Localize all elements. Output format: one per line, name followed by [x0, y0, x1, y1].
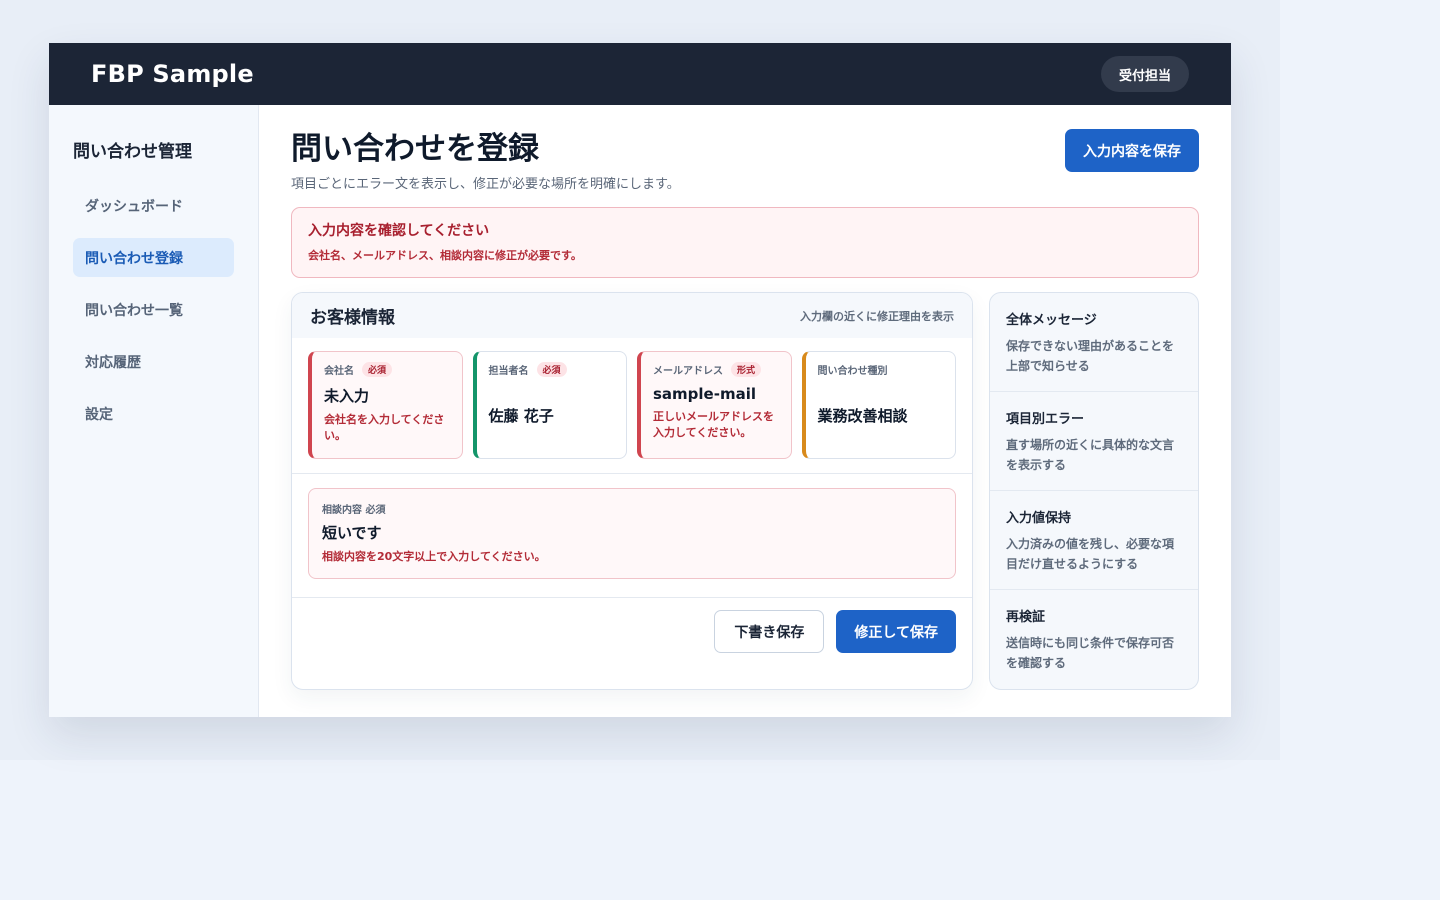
sidebar: 問い合わせ管理 ダッシュボード 問い合わせ登録 問い合わせ一覧 対応履歴 設定: [49, 105, 259, 717]
contact-name-field[interactable]: 担当者名 必須 佐藤 花子: [472, 351, 627, 459]
page-title: 問い合わせを登録: [291, 131, 539, 167]
field-label: 問い合わせ種別: [818, 362, 944, 377]
tip-item: 入力値保持 入力済みの値を残し、必要な項目だけ直せるようにする: [990, 491, 1198, 590]
sidebar-title: 問い合わせ管理: [73, 142, 192, 162]
tip-title: 項目別エラー: [1006, 412, 1085, 427]
alert-message: 会社名、メールアドレス、相談内容に修正が必要です。: [308, 249, 582, 262]
field-label: 会社名 必須: [324, 362, 450, 377]
app-body: 問い合わせ管理 ダッシュボード 問い合わせ登録 問い合わせ一覧 対応履歴 設定 …: [49, 105, 1231, 717]
tip-text: 保存できない理由があることを上部で知らせる: [1006, 339, 1175, 373]
top-bar: FBP Sample 受付担当: [49, 43, 1231, 105]
email-field[interactable]: メールアドレス 形式 sample-mail 正しいメールアドレスを入力してくだ…: [637, 351, 792, 459]
form-card-hint: 入力欄の近くに修正理由を表示: [800, 309, 954, 323]
page-subtitle: 項目ごとにエラー文を表示し、修正が必要な場所を明確にします。: [291, 177, 680, 192]
app-window: FBP Sample 受付担当 問い合わせ管理 ダッシュボード 問い合わせ登録 …: [49, 43, 1231, 717]
field-label-text: 担当者名: [488, 366, 529, 377]
required-tag: 必須: [536, 362, 567, 377]
customer-form-card: お客様情報 入力欄の近くに修正理由を表示 会社名 必須 未入力 会社名を入力して…: [291, 292, 973, 690]
tip-title: 全体メッセージ: [1006, 313, 1097, 328]
consultation-section: 相談内容 必須 短いです 相談内容を20文字以上で入力してください。: [292, 474, 972, 598]
field-value: 業務改善相談: [817, 407, 908, 425]
format-tag: 形式: [731, 362, 762, 377]
field-value: sample-mail: [653, 385, 756, 403]
field-label: 担当者名 必須: [489, 362, 615, 377]
inquiry-type-field[interactable]: 問い合わせ種別 業務改善相談: [801, 351, 956, 459]
consultation-field[interactable]: 相談内容 必須 短いです 相談内容を20文字以上で入力してください。: [308, 488, 956, 579]
form-actions: 下書き保存 修正して保存: [292, 598, 972, 665]
field-value: 短いです: [322, 524, 382, 542]
tip-item: 項目別エラー 直す場所の近くに具体的な文言を表示する: [990, 392, 1198, 491]
field-label: メールアドレス 形式: [653, 362, 779, 377]
page-header: 問い合わせを登録 項目ごとにエラー文を表示し、修正が必要な場所を明確にします。 …: [291, 129, 1199, 207]
save-draft-button[interactable]: 下書き保存: [714, 610, 825, 653]
field-row: 会社名 必須 未入力 会社名を入力してください。 担当者名 必須 佐藤 花子 メ…: [292, 338, 972, 474]
form-card-header: お客様情報 入力欄の近くに修正理由を表示: [292, 293, 972, 338]
tip-text: 直す場所の近くに具体的な文言を表示する: [1006, 438, 1175, 472]
error-alert: 入力内容を確認してください 会社名、メールアドレス、相談内容に修正が必要です。: [291, 207, 1199, 278]
save-button[interactable]: 入力内容を保存: [1065, 129, 1199, 172]
field-label-text: メールアドレス: [653, 366, 723, 377]
field-error-message: 会社名を入力してください。: [324, 413, 445, 442]
brand-logo: FBP Sample: [91, 60, 254, 88]
alert-title: 入力内容を確認してください: [308, 223, 490, 239]
tip-title: 入力値保持: [1006, 511, 1072, 526]
tip-item: 再検証 送信時にも同じ条件で保存可否を確認する: [990, 590, 1198, 689]
sidebar-item-settings[interactable]: 設定: [73, 394, 234, 433]
field-label-text: 問い合わせ種別: [817, 366, 888, 377]
form-card-title: お客様情報: [310, 308, 395, 328]
field-error-message: 相談内容を20文字以上で入力してください。: [322, 550, 546, 563]
tips-panel: 全体メッセージ 保存できない理由があることを上部で知らせる 項目別エラー 直す場…: [989, 292, 1199, 690]
tip-item: 全体メッセージ 保存できない理由があることを上部で知らせる: [990, 293, 1198, 392]
field-label-text: 会社名: [324, 366, 354, 377]
field-label: 相談内容 必須: [322, 505, 386, 516]
role-badge[interactable]: 受付担当: [1100, 56, 1189, 92]
page-heading-group: 問い合わせを登録 項目ごとにエラー文を表示し、修正が必要な場所を明確にします。: [291, 129, 680, 192]
tip-text: 入力済みの値を残し、必要な項目だけ直せるようにする: [1006, 537, 1175, 571]
tip-title: 再検証: [1006, 610, 1046, 625]
sidebar-item-inquiry-list[interactable]: 問い合わせ一覧: [73, 290, 234, 329]
content-row: お客様情報 入力欄の近くに修正理由を表示 会社名 必須 未入力 会社名を入力して…: [291, 292, 1199, 690]
sidebar-item-history[interactable]: 対応履歴: [73, 342, 234, 381]
field-value: 佐藤 花子: [488, 407, 554, 425]
field-error-message: 正しいメールアドレスを入力してください。: [653, 410, 774, 439]
fix-and-save-button[interactable]: 修正して保存: [836, 610, 956, 653]
sidebar-item-inquiry-register[interactable]: 問い合わせ登録: [73, 238, 234, 277]
company-name-field[interactable]: 会社名 必須 未入力 会社名を入力してください。: [308, 351, 463, 459]
field-value: 未入力: [324, 387, 370, 405]
required-tag: 必須: [362, 362, 393, 377]
sidebar-item-dashboard[interactable]: ダッシュボード: [73, 186, 234, 225]
main-content: 問い合わせを登録 項目ごとにエラー文を表示し、修正が必要な場所を明確にします。 …: [259, 105, 1231, 717]
tip-text: 送信時にも同じ条件で保存可否を確認する: [1006, 636, 1175, 670]
